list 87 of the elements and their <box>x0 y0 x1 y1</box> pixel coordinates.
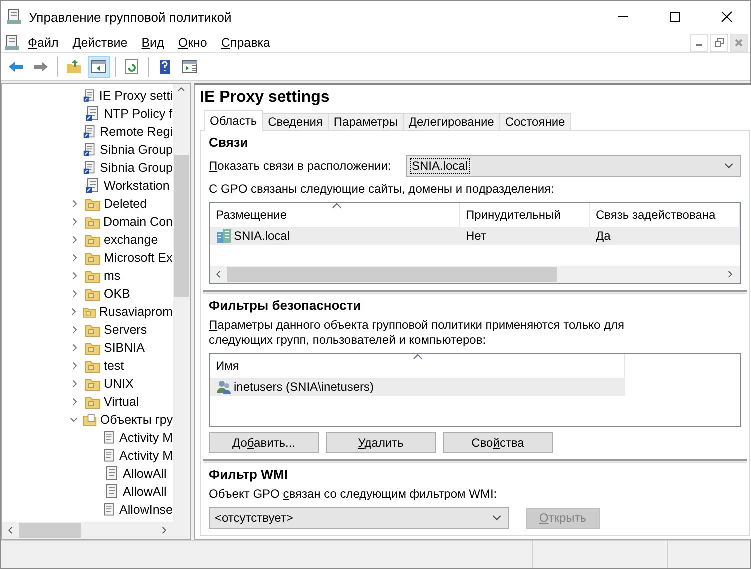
tree-item[interactable]: Remote Regi <box>100 125 173 139</box>
description-text: С GPO связаны следующие сайты, домены и подразделения: <box>209 182 556 197</box>
tree-item[interactable]: test <box>104 359 124 373</box>
tab[interactable]: Делегирование <box>402 113 500 131</box>
table-cell: Да <box>596 229 611 243</box>
tree-item[interactable]: Sibnia Group <box>100 143 173 157</box>
field-label: Объект GPO связан со следующим фильтром WMI: <box>209 487 498 502</box>
description-text: Параметры данного объекта групповой политики применяются только для следующих групп, пользователей и компьютеров: <box>209 318 626 348</box>
tree-item[interactable]: Virtual <box>104 395 140 409</box>
tree-item[interactable]: exchange <box>104 233 158 247</box>
policy-link-icon <box>83 124 98 140</box>
user-group-icon <box>216 379 232 395</box>
tab[interactable]: Сведения <box>262 113 329 131</box>
menu-item[interactable]: Файл <box>21 36 66 50</box>
folder-open-icon <box>83 412 98 428</box>
help-icon <box>157 58 173 74</box>
tree-item[interactable]: Deleted <box>104 197 148 211</box>
policy-link-icon <box>82 88 96 104</box>
tree-item[interactable]: ms <box>104 269 121 283</box>
section-heading: Фильтр WMI <box>209 467 289 482</box>
tab[interactable]: Состояние <box>499 113 572 131</box>
menu-item[interactable]: Справка <box>214 36 278 50</box>
tree-item[interactable]: Sibnia Group <box>100 161 173 175</box>
horizontal-scrollbar[interactable] <box>2 522 190 539</box>
policy-scroll-icon <box>102 430 117 446</box>
policy-scroll-icon <box>104 484 120 500</box>
policy-scroll-icon <box>102 448 117 464</box>
policy-title: IE Proxy settings <box>200 89 331 108</box>
policy-link-icon <box>83 142 98 158</box>
console-tree-icon <box>91 58 107 74</box>
tree-item[interactable]: Rusaviaprom <box>99 305 173 319</box>
close-button[interactable] <box>730 34 748 52</box>
tab[interactable]: Область <box>204 110 264 131</box>
policy-link-icon <box>85 106 101 122</box>
menu-item[interactable]: Действие <box>66 36 135 50</box>
tree-item[interactable]: UNIX <box>104 377 134 391</box>
restore-icon <box>714 38 724 47</box>
tree-item[interactable]: Domain Con <box>104 215 173 229</box>
menu-item[interactable]: Вид <box>134 36 172 50</box>
policy-scroll-icon <box>104 466 120 482</box>
section-heading: Связи <box>209 135 250 150</box>
window-title: Управление групповой политикой <box>29 10 233 24</box>
policy-link-icon <box>83 160 98 176</box>
policy-scroll-icon <box>102 502 116 518</box>
domain-icon <box>216 228 232 244</box>
action-button[interactable]: Добавить... <box>209 432 319 453</box>
tree-item[interactable]: AllowInse <box>120 503 173 517</box>
menu-item[interactable]: Окно <box>171 36 214 50</box>
toolbar-button[interactable] <box>88 56 110 78</box>
field-label: Показать связи в расположении: <box>209 158 392 174</box>
tree-item[interactable]: AllowAll <box>123 467 167 481</box>
horizontal-scrollbar[interactable] <box>210 266 740 283</box>
tree-item[interactable]: Объекты гру <box>100 413 173 427</box>
tree-item[interactable]: Activity M <box>120 431 173 445</box>
table-cell: inetusers (SNIA\inetusers) <box>234 380 374 394</box>
action-pane-icon <box>182 58 198 74</box>
minimize-button[interactable] <box>690 34 708 52</box>
section-heading: Фильтры безопасности <box>209 298 362 313</box>
maximize-icon <box>669 11 681 23</box>
policy-link-icon <box>85 178 101 194</box>
table-cell: SNIA.local <box>234 229 290 243</box>
tree-item[interactable]: Microsoft Ex <box>104 251 173 265</box>
links-table[interactable]: Размещение Принудительный Связь задействована SNIA.local Нет Да <box>209 202 741 284</box>
restore-button[interactable] <box>710 34 728 52</box>
tree-item[interactable]: IE Proxy setti <box>99 89 173 103</box>
sort-icon <box>332 203 342 209</box>
close-icon <box>721 11 733 23</box>
tree-item[interactable]: NTP Policy f <box>104 107 173 121</box>
folder-up-icon <box>66 58 82 74</box>
action-button[interactable]: Свойства <box>443 432 553 453</box>
table-cell: Нет <box>466 229 486 243</box>
app-icon <box>7 9 23 25</box>
tree-item[interactable]: Servers <box>104 323 148 337</box>
location-dropdown[interactable]: SNIA.local <box>406 155 741 177</box>
vertical-scrollbar[interactable] <box>173 84 190 522</box>
tree-item[interactable]: Workstation <box>104 179 170 193</box>
close-icon <box>735 38 743 46</box>
action-button[interactable]: Удалить <box>326 432 436 453</box>
tree-item[interactable]: OKB <box>104 287 130 301</box>
refresh-icon <box>124 58 140 74</box>
tree-item[interactable]: Activity M <box>120 449 173 463</box>
tree-item[interactable]: SIBNIA <box>104 341 145 355</box>
tree-item[interactable]: AllowAll <box>123 485 167 499</box>
tab[interactable]: Параметры <box>328 113 404 131</box>
sort-icon <box>413 354 423 360</box>
security-table[interactable]: Имя inetusers (SNIA\inetusers) <box>209 353 741 427</box>
wmi-filter-dropdown[interactable]: <отсутствует> <box>209 507 509 529</box>
